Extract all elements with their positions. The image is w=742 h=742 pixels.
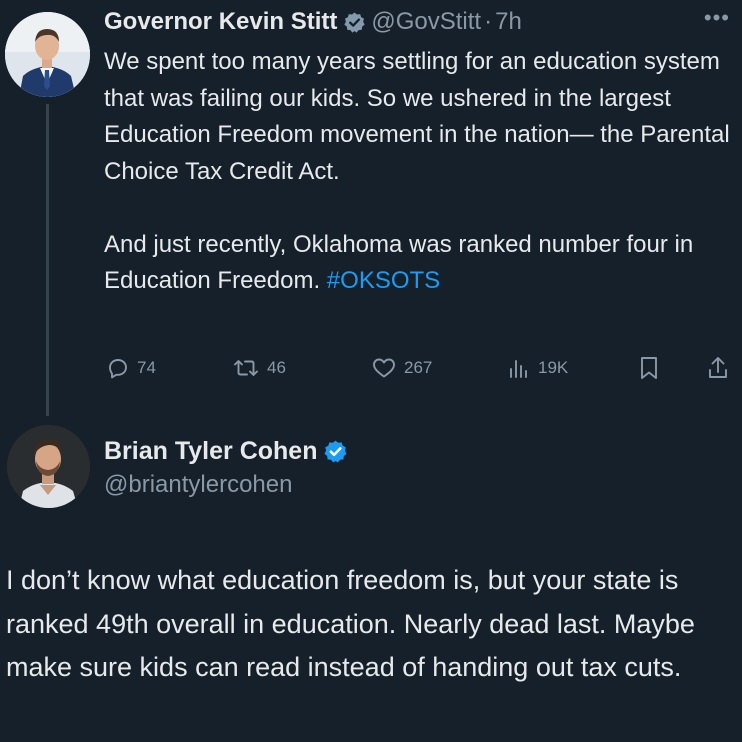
author-name[interactable]: Governor Kevin Stitt [104, 8, 337, 36]
like-icon [371, 356, 397, 380]
government-badge-icon [343, 11, 366, 34]
reply-button[interactable]: 74 [106, 352, 156, 384]
header-separator: · [484, 8, 493, 35]
more-options-icon[interactable]: ••• [704, 7, 730, 29]
repost-button[interactable]: 46 [232, 352, 286, 384]
views-button[interactable]: 19K [507, 352, 568, 384]
bookmark-button[interactable] [637, 352, 661, 384]
author-handle[interactable]: @GovStitt [371, 8, 481, 36]
reply-author-name[interactable]: Brian Tyler Cohen [104, 437, 317, 466]
tweet-text: We spent too many years settling for an … [104, 44, 732, 300]
like-button[interactable]: 267 [371, 352, 432, 384]
like-count: 267 [404, 358, 433, 377]
reply-count: 74 [137, 358, 156, 377]
avatar-govstitt-image [5, 12, 90, 97]
repost-icon [232, 356, 260, 380]
avatar-briantylercohen[interactable] [7, 425, 90, 508]
tweet-paragraph-2: And just recently, Oklahoma was ranked n… [104, 227, 732, 300]
views-icon [507, 356, 531, 380]
avatar-govstitt[interactable] [5, 12, 90, 97]
reply-author-handle[interactable]: @briantylercohen [104, 471, 292, 499]
reply-text: I don’t know what education freedom is, … [6, 565, 695, 682]
views-count: 19K [538, 358, 569, 377]
tweet-header: Governor Kevin Stitt @GovStitt · 7h [104, 4, 522, 40]
repost-count: 46 [267, 358, 286, 377]
reply-author-row: Brian Tyler Cohen [104, 434, 348, 468]
hashtag-link[interactable]: #OKSOTS [327, 267, 440, 294]
avatar-briantylercohen-image [7, 425, 90, 508]
bookmark-icon [637, 355, 661, 381]
tweet-actions-bar: 74 46 267 19K [0, 352, 742, 384]
share-button[interactable] [706, 352, 730, 384]
share-icon [706, 355, 730, 381]
reply-icon [106, 356, 130, 380]
tweet-timestamp[interactable]: 7h [495, 8, 522, 36]
verified-badge-icon [323, 439, 348, 464]
tweet-paragraph-1: We spent too many years settling for an … [104, 48, 730, 185]
